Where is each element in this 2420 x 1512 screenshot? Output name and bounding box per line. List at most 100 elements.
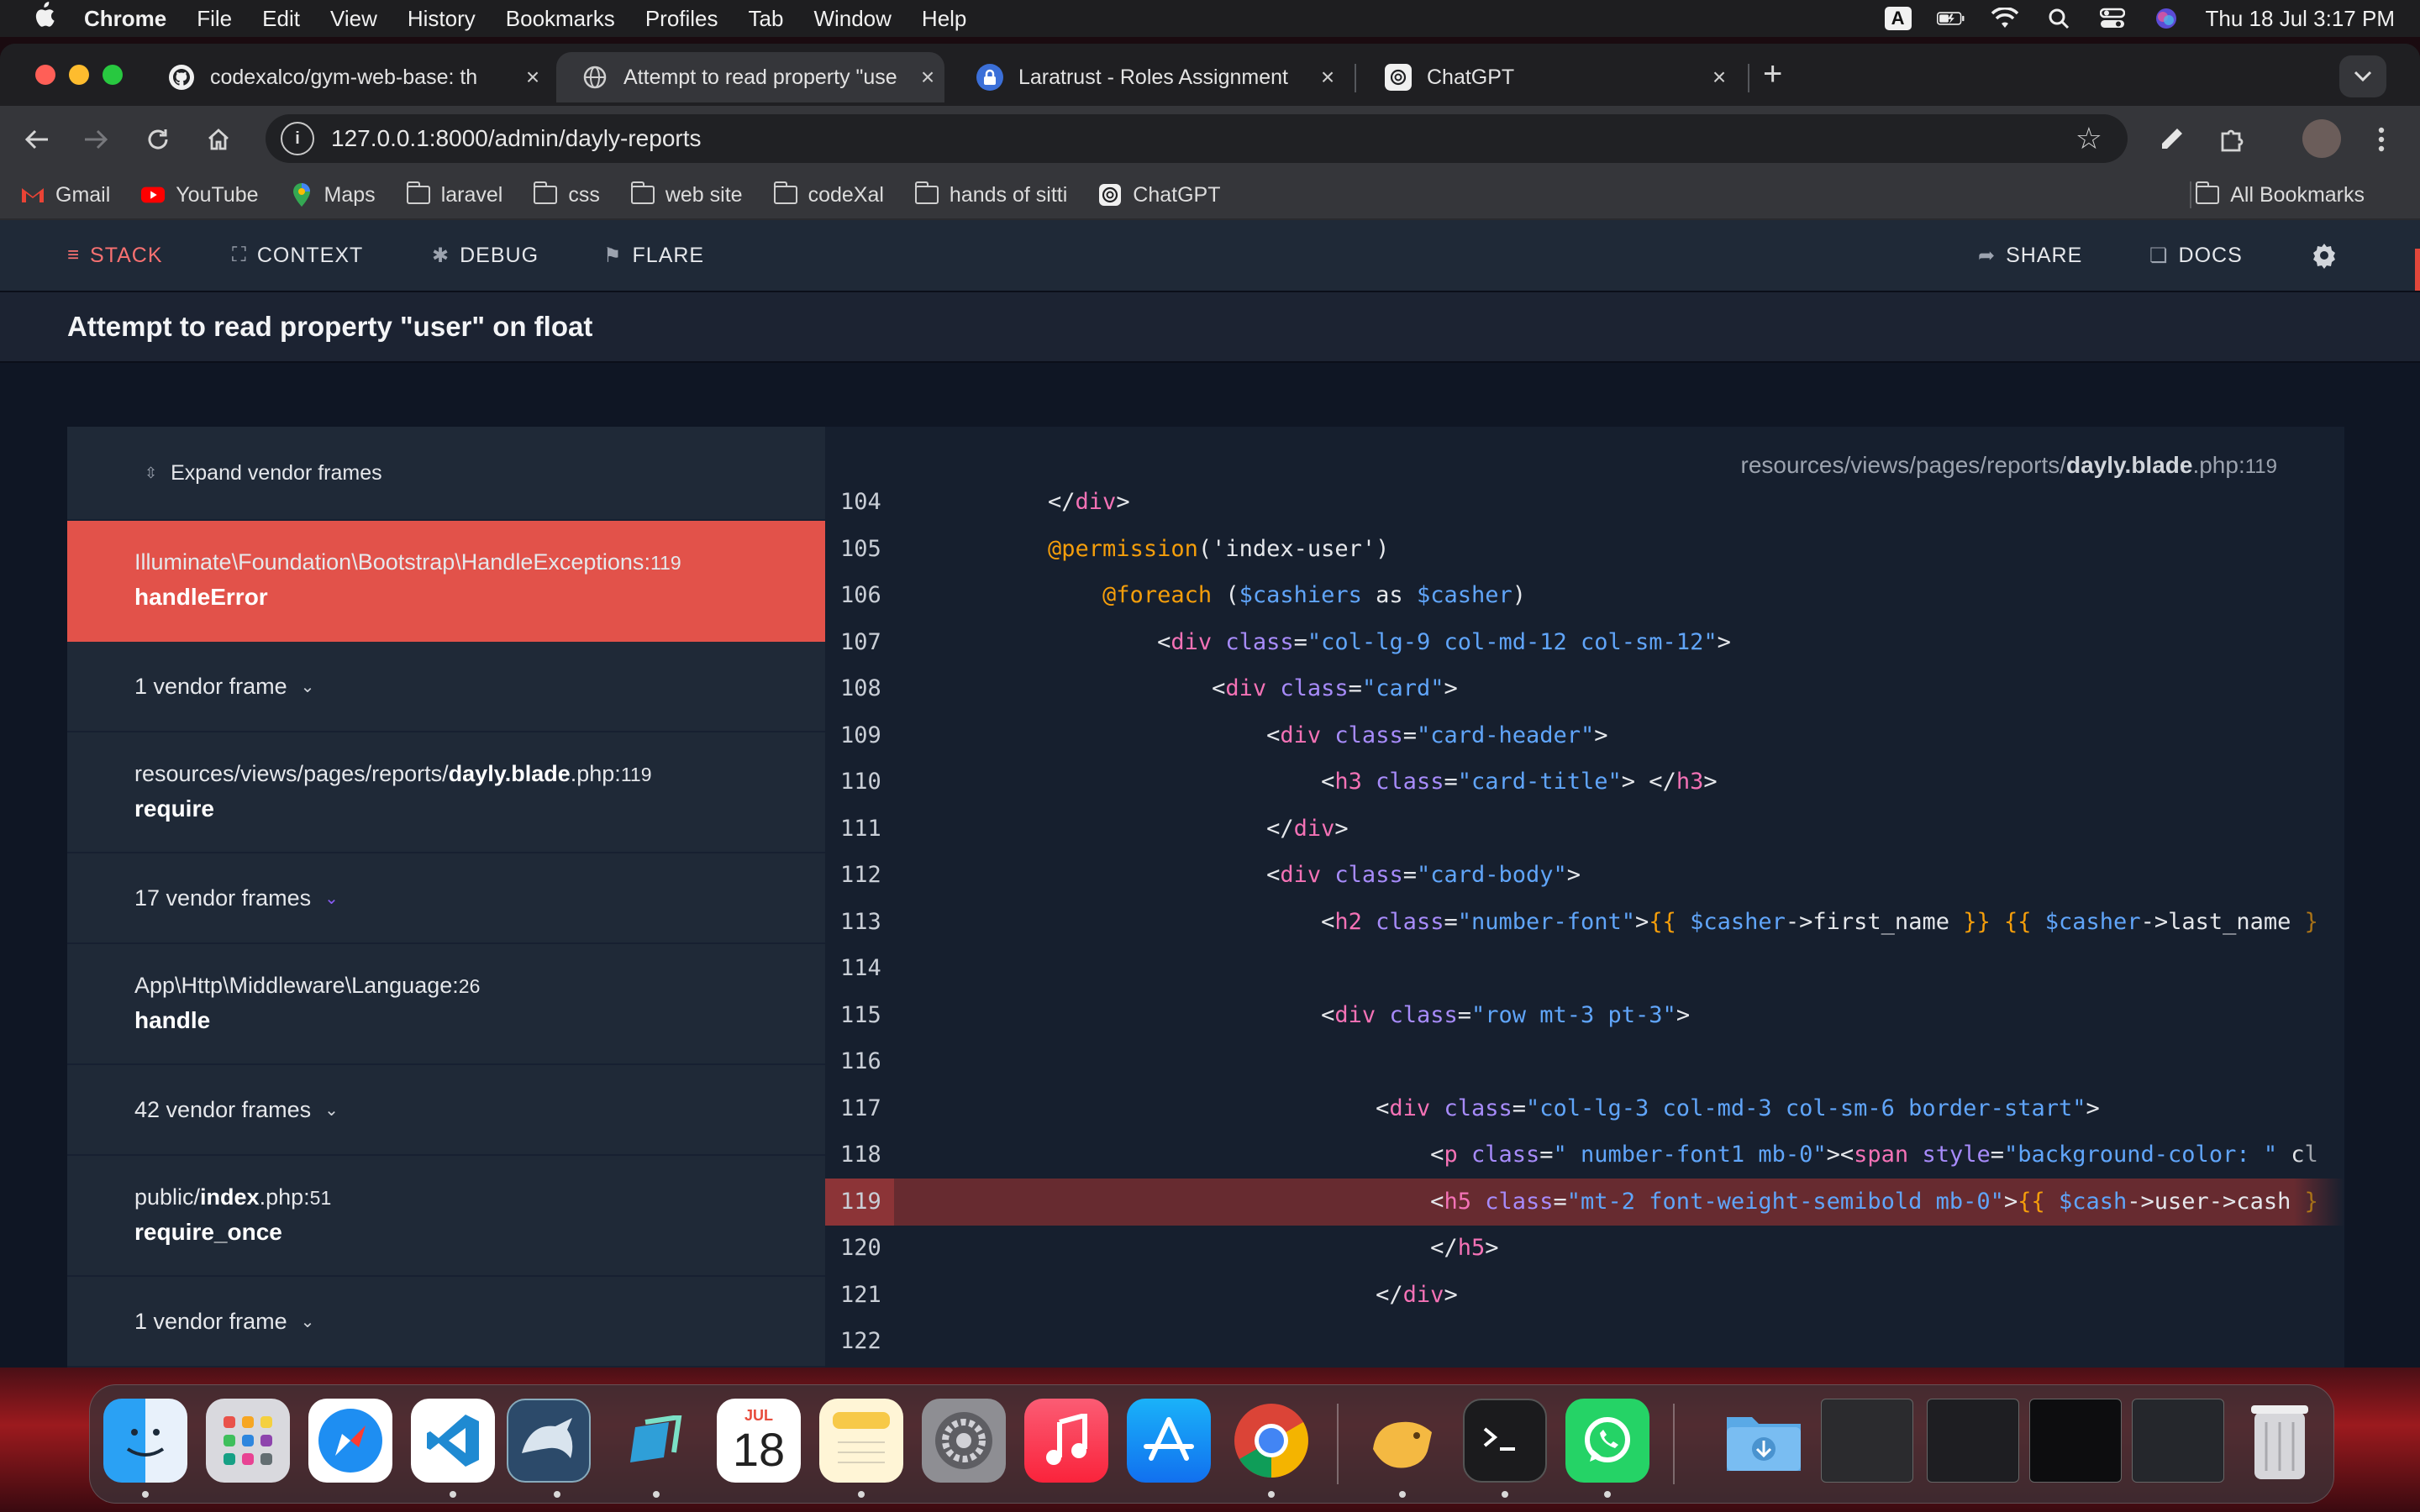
code-line-highlighted[interactable]: 119 <h5 class="mt-2 font-weight-semibold… xyxy=(825,1178,2344,1226)
code-line[interactable]: 117 <div class="col-lg-3 col-md-3 col-sm… xyxy=(825,1085,2344,1132)
finder-icon[interactable] xyxy=(103,1399,187,1483)
extensions-puzzle-icon[interactable] xyxy=(2213,121,2250,158)
all-bookmarks-button[interactable]: All Bookmarks xyxy=(2195,181,2365,207)
address-bar[interactable]: i 127.0.0.1:8000/admin/dayly-reports ☆ xyxy=(266,114,2128,163)
code-line[interactable]: 115 <div class="row mt-3 pt-3"> xyxy=(825,992,2344,1039)
code-file-path[interactable]: resources/views/pages/reports/dayly.blad… xyxy=(1741,452,2278,479)
bookmark-folder-css[interactable]: css xyxy=(533,181,600,207)
menu-history[interactable]: History xyxy=(408,6,476,32)
code-line[interactable]: 110 <h3 class="card-title"> </h3> xyxy=(825,759,2344,806)
chrome-menu-icon[interactable] xyxy=(2363,121,2400,158)
vscode-icon[interactable] xyxy=(411,1399,495,1483)
stack-frame[interactable]: resources/views/pages/reports/dayly.blad… xyxy=(67,732,825,853)
apple-icon[interactable] xyxy=(32,2,55,35)
menu-tab[interactable]: Tab xyxy=(749,6,784,32)
terminal-icon[interactable] xyxy=(1463,1399,1547,1483)
app-store-icon[interactable] xyxy=(1127,1399,1211,1483)
bookmark-folder-hands-of-sitti[interactable]: hands of sitti xyxy=(914,181,1067,207)
menubar-clock[interactable]: Thu 18 Jul 3:17 PM xyxy=(2206,6,2395,32)
wifi-icon[interactable] xyxy=(1991,8,2019,29)
nav-share[interactable]: ➦ SHARE xyxy=(1978,220,2082,291)
bookmark-maps[interactable]: Maps xyxy=(289,183,376,207)
bookmark-gmail[interactable]: Gmail xyxy=(20,183,110,207)
system-settings-icon[interactable] xyxy=(922,1399,1006,1483)
siri-icon[interactable] xyxy=(2152,8,2181,29)
window-thumb-icon[interactable] xyxy=(2132,1399,2224,1483)
launchpad-icon[interactable] xyxy=(206,1399,290,1483)
downloads-folder-icon[interactable] xyxy=(1722,1399,1806,1483)
close-tab-icon[interactable]: × xyxy=(516,64,550,91)
close-tab-icon[interactable]: × xyxy=(1311,64,1344,91)
code-line[interactable]: 105 @permission('index-user') xyxy=(825,526,2344,573)
vendor-frames-toggle[interactable]: 17 vendor frames ⌄ xyxy=(67,853,825,944)
battery-icon[interactable] xyxy=(1936,8,1965,29)
mysql-workbench-icon[interactable] xyxy=(507,1399,591,1483)
bookmark-folder-codexal[interactable]: codeXal xyxy=(773,181,884,207)
forward-arrow-icon[interactable] xyxy=(77,121,114,158)
code-line[interactable]: 112 <div class="card-body"> xyxy=(825,852,2344,899)
whatsapp-icon[interactable] xyxy=(1565,1399,1649,1483)
nav-debug[interactable]: ✱ DEBUG xyxy=(432,220,539,291)
close-tab-icon[interactable]: × xyxy=(911,64,944,91)
tab-github[interactable]: codexalco/gym-web-base: th × xyxy=(143,52,550,102)
window-zoom-button[interactable] xyxy=(103,65,123,85)
code-line[interactable]: 120 </h5> xyxy=(825,1225,2344,1272)
nav-stack[interactable]: ≡ STACK xyxy=(67,220,163,291)
code-line[interactable]: 106 @foreach ($cashiers as $casher) xyxy=(825,572,2344,619)
window-close-button[interactable] xyxy=(35,65,55,85)
code-line[interactable]: 114 xyxy=(825,945,2344,992)
menu-file[interactable]: File xyxy=(197,6,232,32)
bookmark-folder-laravel[interactable]: laravel xyxy=(406,181,502,207)
input-source-indicator[interactable]: A xyxy=(1884,7,1912,30)
bookmark-chatgpt[interactable]: ChatGPT xyxy=(1097,183,1220,207)
bookmark-youtube[interactable]: YouTube xyxy=(140,183,259,207)
vendor-frames-toggle[interactable]: 1 vendor frame ⌄ xyxy=(67,1277,825,1368)
tab-laratrust[interactable]: Laratrust - Roles Assignment × xyxy=(951,52,1344,102)
tableplus-icon[interactable] xyxy=(1360,1399,1444,1483)
trash-icon[interactable] xyxy=(2238,1399,2322,1483)
code-line[interactable]: 108 <div class="card"> xyxy=(825,665,2344,712)
expand-vendor-frames-button[interactable]: ⇳ Expand vendor frames xyxy=(67,427,825,521)
spotlight-search-icon[interactable] xyxy=(2044,8,2073,29)
code-line[interactable]: 104 </div> xyxy=(825,479,2344,526)
safari-icon[interactable] xyxy=(308,1399,392,1483)
home-icon[interactable] xyxy=(200,121,237,158)
window-thumb-icon[interactable] xyxy=(1927,1399,2019,1483)
code-line[interactable]: 122 xyxy=(825,1318,2344,1365)
music-icon[interactable] xyxy=(1024,1399,1108,1483)
menu-help[interactable]: Help xyxy=(922,6,966,32)
code-line[interactable]: 121 </div> xyxy=(825,1272,2344,1319)
stack-frame[interactable]: App\Http\Middleware\Language:26 handle xyxy=(67,944,825,1065)
nav-flare[interactable]: ⚑ FLARE xyxy=(603,220,704,291)
back-arrow-icon[interactable] xyxy=(18,121,55,158)
profile-avatar[interactable] xyxy=(2302,119,2341,158)
window-minimize-button[interactable] xyxy=(69,65,89,85)
tab-search-chevron-icon[interactable] xyxy=(2339,55,2386,97)
code-line[interactable]: 109 <div class="card-header"> xyxy=(825,712,2344,759)
screen-icon[interactable] xyxy=(614,1399,698,1483)
code-line[interactable]: 111 </div> xyxy=(825,806,2344,853)
eyedropper-extension-icon[interactable] xyxy=(2153,121,2190,158)
vendor-frames-toggle[interactable]: 42 vendor frames ⌄ xyxy=(67,1065,825,1156)
chrome-icon[interactable] xyxy=(1229,1399,1313,1483)
menu-window[interactable]: Window xyxy=(813,6,891,32)
site-info-icon[interactable]: i xyxy=(281,122,314,155)
close-tab-icon[interactable]: × xyxy=(1702,64,1736,91)
stack-frame-active[interactable]: Illuminate\Foundation\Bootstrap\HandleEx… xyxy=(67,521,825,642)
code-line[interactable]: 107 <div class="col-lg-9 col-md-12 col-s… xyxy=(825,619,2344,666)
bookmark-star-icon[interactable]: ☆ xyxy=(2075,121,2102,156)
code-line[interactable]: 113 <h2 class="number-font">{{ $casher->… xyxy=(825,899,2344,946)
new-tab-button[interactable]: + xyxy=(1763,55,1782,93)
stack-frame[interactable]: public/index.php:51 require_once xyxy=(67,1156,825,1277)
bookmark-folder-web-site[interactable]: web site xyxy=(630,181,743,207)
tab-chatgpt[interactable]: ChatGPT × xyxy=(1360,52,1736,102)
nav-docs[interactable]: ❏ DOCS xyxy=(2149,220,2243,291)
reload-icon[interactable] xyxy=(139,121,176,158)
notes-icon[interactable] xyxy=(819,1399,903,1483)
control-center-icon[interactable] xyxy=(2098,8,2127,29)
address-url[interactable]: 127.0.0.1:8000/admin/dayly-reports xyxy=(331,125,702,152)
vendor-frames-toggle[interactable]: 1 vendor frame ⌄ xyxy=(67,642,825,732)
code-line[interactable]: 118 <p class=" number-font1 mb-0"><span … xyxy=(825,1131,2344,1179)
menu-view[interactable]: View xyxy=(330,6,377,32)
menu-edit[interactable]: Edit xyxy=(262,6,300,32)
